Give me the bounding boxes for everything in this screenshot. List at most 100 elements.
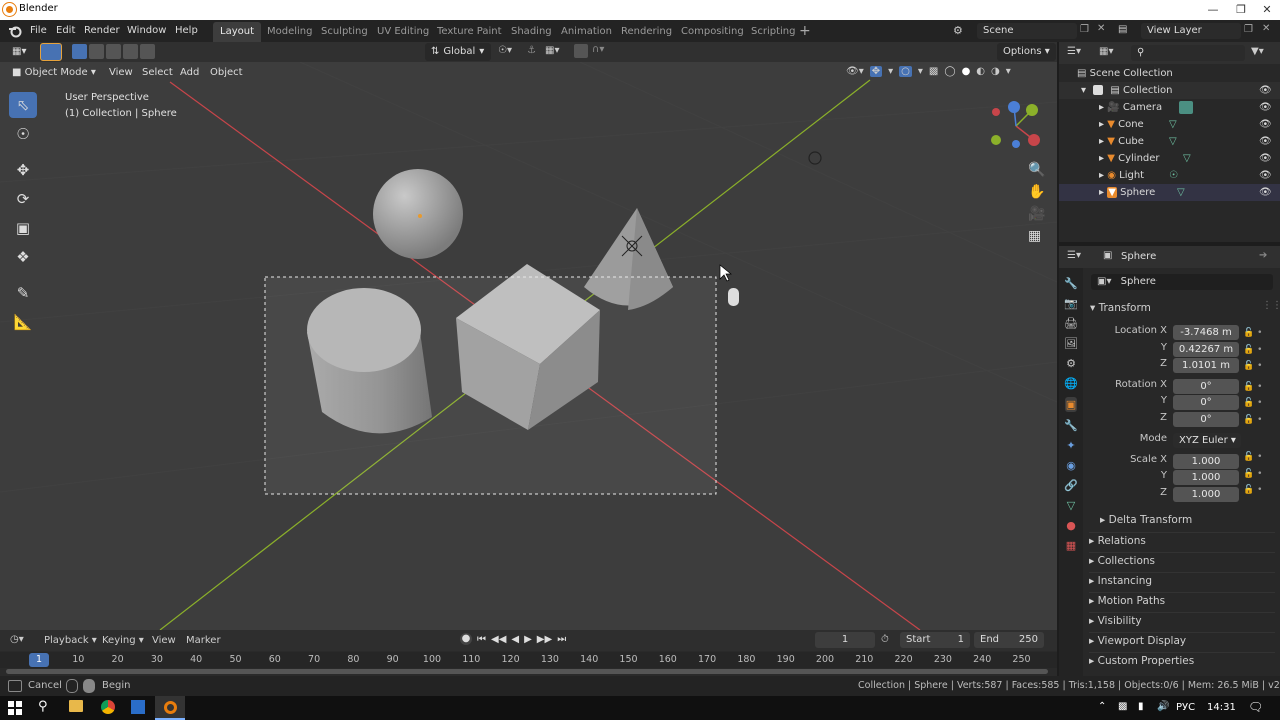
visibility-icon[interactable]: 👁▾ [846, 66, 864, 77]
motion-paths-section[interactable]: ▸ Motion Paths [1089, 592, 1275, 608]
tab-layout[interactable]: Layout [213, 22, 261, 42]
eye-icon[interactable]: 👁 [1259, 116, 1272, 133]
shading-options-icon[interactable]: ▾ [1006, 66, 1011, 77]
particles-tab-icon[interactable]: ✦ [1066, 439, 1075, 452]
modifier-tab-icon[interactable]: 🔧 [1064, 419, 1078, 432]
minimize-icon[interactable]: — [1203, 2, 1223, 18]
menu-help[interactable]: Help [169, 23, 204, 39]
scale-x-field[interactable]: 1.000 [1173, 454, 1239, 469]
render-tab-icon[interactable]: 📷 [1064, 297, 1078, 310]
3d-viewport[interactable]: User Perspective (1) Collection | Sphere… [0, 62, 1057, 630]
constraints-tab-icon[interactable]: 🔗 [1064, 479, 1078, 492]
world-tab-icon[interactable]: 🌐 [1064, 377, 1078, 390]
file-explorer-icon[interactable] [69, 700, 83, 712]
instancing-section[interactable]: ▸ Instancing [1089, 572, 1275, 588]
measure-tool-icon[interactable]: 📐 [9, 309, 37, 335]
end-frame-field[interactable]: End 250 [974, 632, 1044, 648]
lock-icon[interactable]: 🔓 • [1243, 466, 1262, 483]
options-dropdown[interactable]: Options ▾ [997, 43, 1056, 61]
tab-modeling[interactable]: Modeling [260, 22, 320, 42]
select-box-tool-icon[interactable] [40, 43, 62, 61]
transform-tool-icon[interactable]: ❖ [9, 244, 37, 270]
falloff-icon[interactable]: ∩▾ [592, 44, 604, 55]
custom-properties-section[interactable]: ▸ Custom Properties [1089, 652, 1275, 668]
frame-ruler[interactable]: 1 10 20 30 40 50 60 70 80 90 100 110 120 130 140 150 160… [0, 652, 1057, 668]
pan-hand-icon[interactable]: ✋ [1028, 184, 1045, 200]
tab-animation[interactable]: Animation [554, 22, 619, 42]
output-tab-icon[interactable]: 🖨 [1064, 317, 1078, 330]
cursor-tool-icon[interactable]: ☉ [9, 121, 37, 147]
delta-transform-subpanel[interactable]: ▸ Delta Transform [1100, 512, 1192, 528]
gizmo-toggle-icon[interactable]: ✥ [869, 66, 883, 77]
timeline-scrollbar[interactable] [6, 669, 1048, 674]
menu-add[interactable]: Add [174, 64, 205, 82]
relations-section[interactable]: ▸ Relations [1089, 532, 1275, 548]
menu-playback[interactable]: Playback ▾ [44, 635, 97, 646]
eye-icon[interactable]: 👁 [1259, 99, 1272, 116]
volume-icon[interactable]: 🔊 [1157, 701, 1169, 712]
tab-shading[interactable]: Shading [504, 22, 559, 42]
filter-icon[interactable]: ▼▾ [1251, 46, 1264, 57]
move-tool-icon[interactable]: ✥ [9, 157, 37, 183]
outliner-row-collection[interactable]: ▾ ▤ Collection 👁 [1059, 82, 1280, 99]
lock-icon[interactable]: 🔓 • [1243, 325, 1262, 342]
location-z-field[interactable]: 1.0101 m [1173, 358, 1239, 373]
drag-handle-icon[interactable]: ⋮⋮ [1262, 300, 1280, 311]
object-name-field[interactable]: ▣▾ Sphere [1091, 274, 1273, 290]
physics-tab-icon[interactable]: ◉ [1066, 459, 1076, 472]
menu-marker[interactable]: Marker [186, 635, 221, 646]
lock-icon[interactable]: 🔓 • [1243, 412, 1262, 429]
camera-object-icon[interactable] [808, 151, 822, 165]
outliner-row-cylinder[interactable]: ▸ ▼ Cylinder ▽ 👁 [1059, 150, 1280, 167]
camera-view-icon[interactable]: 🎥 [1028, 206, 1045, 222]
lock-icon[interactable]: 🔓 • [1243, 449, 1262, 466]
play-icon[interactable]: ▶ [524, 634, 532, 645]
pin-icon[interactable]: ➔ [1259, 250, 1267, 261]
xray-toggle-icon[interactable]: ▩ [929, 66, 938, 77]
next-keyframe-icon[interactable]: ▶▶ [537, 634, 552, 645]
material-shading-icon[interactable]: ◐ [976, 66, 985, 77]
view-layer-delete-icon[interactable]: ✕ [1262, 23, 1270, 34]
lock-icon[interactable]: 🔓 • [1243, 395, 1262, 412]
rendered-shading-icon[interactable]: ◑ [991, 66, 1000, 77]
lock-icon[interactable]: 🔓 • [1243, 482, 1262, 499]
light-data-icon[interactable]: ☉ [1169, 167, 1178, 184]
material-tab-icon[interactable]: ● [1066, 519, 1076, 532]
scale-tool-icon[interactable]: ▣ [9, 215, 37, 241]
outliner-row-cube[interactable]: ▸ ▼ Cube ▽ 👁 [1059, 133, 1280, 150]
outliner-display-mode-icon[interactable]: ▦▾ [1099, 46, 1113, 57]
annotate-tool-icon[interactable]: ✎ [9, 280, 37, 306]
location-x-field[interactable]: -3.7468 m [1173, 325, 1239, 340]
menu-keying[interactable]: Keying ▾ [102, 635, 144, 646]
outliner-row-cone[interactable]: ▸ ▼ Cone ▽ 👁 [1059, 116, 1280, 133]
object-mode-dropdown[interactable]: ■ Object Mode ▾ [6, 64, 102, 82]
rotation-x-field[interactable]: 0° [1173, 379, 1239, 394]
location-y-field[interactable]: 0.42267 m [1173, 342, 1239, 357]
menu-render[interactable]: Render [78, 23, 126, 39]
add-workspace-icon[interactable]: + [799, 23, 811, 39]
lock-icon[interactable]: 🔓 • [1243, 358, 1262, 375]
blender-menu-icon[interactable] [8, 24, 22, 38]
menu-select[interactable]: Select [136, 64, 179, 82]
scale-z-field[interactable]: 1.000 [1173, 487, 1239, 502]
view-layer-tab-icon[interactable]: 🖼 [1064, 337, 1078, 350]
rotation-z-field[interactable]: 0° [1173, 412, 1239, 427]
menu-file[interactable]: File [24, 23, 53, 39]
menu-object[interactable]: Object [204, 64, 249, 82]
tray-chevron-icon[interactable]: ⌃ [1098, 701, 1106, 712]
select-invert-icon[interactable] [123, 44, 138, 59]
solid-shading-icon[interactable]: ● [962, 66, 971, 77]
tab-scripting[interactable]: Scripting [744, 22, 802, 42]
wireframe-shading-icon[interactable]: ◯ [944, 66, 955, 77]
mesh-data-icon[interactable]: ▽ [1177, 184, 1185, 201]
battery-icon[interactable]: ▮ [1138, 701, 1144, 712]
windows-start-icon[interactable] [8, 701, 22, 715]
snap-target-icon[interactable]: ▦▾ [545, 45, 559, 56]
close-icon[interactable]: ✕ [1257, 2, 1277, 18]
view-layer-field[interactable]: View Layer [1141, 23, 1241, 39]
rotation-mode-dropdown[interactable]: XYZ Euler ▾ [1173, 433, 1241, 448]
jump-end-icon[interactable]: ⏭ [557, 634, 566, 645]
object-tab-icon[interactable]: ▣ [1064, 397, 1078, 412]
editor-type-icon[interactable]: ▦▾ [6, 43, 32, 61]
eye-icon[interactable]: 👁 [1259, 184, 1272, 201]
